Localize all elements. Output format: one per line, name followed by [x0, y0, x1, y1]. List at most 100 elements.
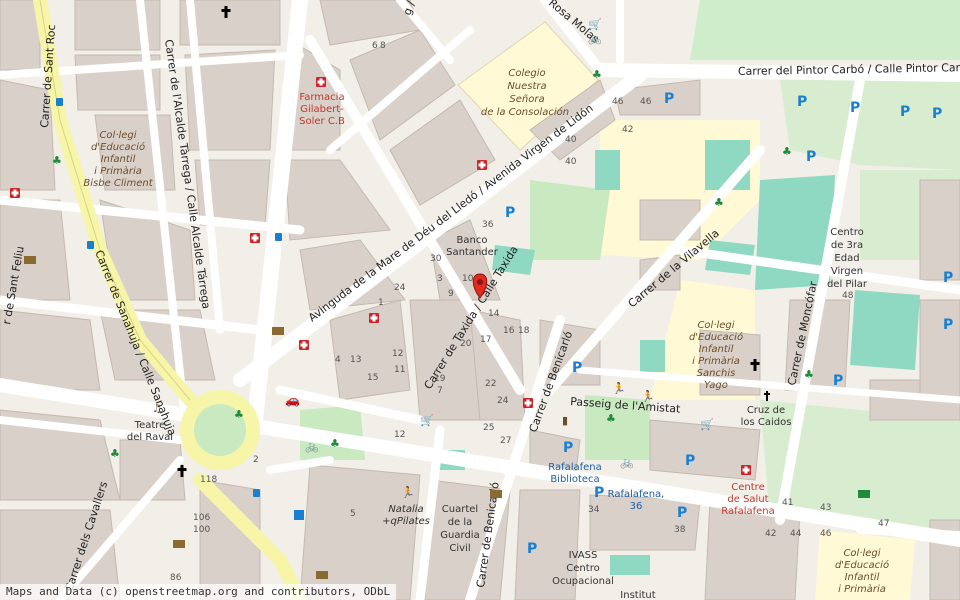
svg-text:de la Consolación: de la Consolación — [481, 106, 569, 118]
svg-text:42: 42 — [622, 125, 633, 135]
svg-text:1: 1 — [378, 298, 384, 308]
svg-text:4: 4 — [335, 355, 341, 365]
svg-text:100: 100 — [193, 525, 210, 535]
bank-icon — [24, 256, 36, 264]
svg-text:9: 9 — [448, 289, 454, 299]
svg-text:3: 3 — [437, 274, 443, 284]
parking-icon: P — [943, 317, 953, 333]
sports-pitch — [850, 290, 920, 370]
pharmacy-cross-icon — [741, 465, 751, 475]
fitness-icon: 🏃 — [401, 486, 415, 499]
pharmacy-cross-icon — [316, 77, 326, 87]
bank-icon — [316, 571, 328, 579]
svg-text:24: 24 — [497, 396, 509, 406]
svg-text:Biblioteca: Biblioteca — [550, 474, 599, 485]
svg-text:40: 40 — [565, 135, 577, 145]
parking-icon: P — [932, 106, 942, 122]
fitness-icon: 🏃 — [612, 382, 626, 395]
sports-pitch — [610, 555, 650, 575]
svg-text:Rafalafena,: Rafalafena, — [608, 489, 665, 500]
svg-text:d'Educació: d'Educació — [689, 331, 743, 343]
svg-text:46: 46 — [612, 97, 624, 107]
svg-text:19: 19 — [434, 374, 446, 384]
poi-natalia: Natalia +qPilates — [382, 504, 430, 527]
bicycle-icon: 🚲 — [588, 32, 602, 45]
svg-text:2: 2 — [253, 455, 259, 465]
map-canvas[interactable]: Carrer del Pintor Carbó / Calle Pintor C… — [0, 0, 960, 600]
pharmacy-cross-icon — [250, 233, 260, 243]
svg-text:Farmacia: Farmacia — [299, 92, 344, 103]
svg-text:47: 47 — [878, 519, 889, 529]
parking-icon: P — [943, 270, 953, 286]
svg-text:Gilabert-: Gilabert- — [300, 104, 344, 115]
pharmacy-cross-icon — [477, 160, 487, 170]
svg-text:36: 36 — [482, 220, 494, 230]
svg-text:de Salut: de Salut — [727, 494, 768, 505]
svg-text:40: 40 — [565, 157, 577, 167]
svg-text:Rafalafena: Rafalafena — [548, 462, 602, 473]
poi-farmacia: Farmacia Gilabert- Soler C.B — [299, 92, 345, 127]
svg-text:42: 42 — [765, 529, 776, 539]
parking-icon: P — [594, 485, 604, 501]
svg-text:36: 36 — [630, 501, 643, 512]
svg-text:48: 48 — [842, 291, 854, 301]
parking-icon: P — [572, 360, 582, 376]
parking-icon: P — [563, 440, 573, 456]
parking-icon: P — [685, 453, 695, 469]
svg-text:Soler C.B: Soler C.B — [299, 116, 345, 127]
svg-text:Cuartel: Cuartel — [442, 504, 478, 515]
bicycle-icon: 🚲 — [620, 456, 634, 469]
svg-text:27: 27 — [500, 436, 511, 446]
parking-icon: P — [505, 205, 515, 221]
svg-text:Col·legi: Col·legi — [697, 320, 734, 331]
svg-text:i Primària: i Primària — [692, 355, 740, 367]
svg-text:118: 118 — [200, 475, 217, 485]
park-area — [690, 0, 960, 60]
svg-text:106: 106 — [193, 513, 210, 523]
svg-text:34: 34 — [588, 505, 600, 515]
svg-text:Infantil: Infantil — [699, 344, 734, 355]
shopping-cart-icon: 🛒 — [700, 418, 714, 431]
svg-text:Nuestra: Nuestra — [507, 81, 546, 92]
svg-text:Guardia: Guardia — [440, 530, 479, 541]
svg-text:44: 44 — [790, 529, 802, 539]
playground-icon: ♣ — [804, 368, 814, 381]
svg-text:46: 46 — [820, 529, 832, 539]
svg-text:i Primària: i Primària — [838, 583, 886, 595]
atm-icon — [858, 490, 870, 498]
svg-text:7: 7 — [437, 386, 443, 396]
svg-text:30: 30 — [430, 254, 442, 264]
svg-text:Santander: Santander — [446, 247, 499, 258]
poi-cruz: Cruz de los Caidos — [741, 405, 792, 428]
svg-text:43: 43 — [820, 503, 831, 513]
shopping-cart-icon: 🛒 — [420, 414, 434, 427]
svg-text:12: 12 — [392, 349, 403, 359]
svg-text:Civil: Civil — [449, 543, 470, 554]
svg-text:38: 38 — [674, 525, 686, 535]
svg-text:13: 13 — [350, 355, 361, 365]
svg-text:i Primària: i Primària — [94, 165, 142, 177]
bicycle-icon: 🚲 — [305, 440, 319, 453]
svg-text:Señora: Señora — [509, 94, 544, 105]
map-view[interactable]: Carrer del Pintor Carbó / Calle Pintor C… — [0, 0, 960, 600]
svg-text:Teatre: Teatre — [134, 420, 166, 431]
svg-text:Centro: Centro — [566, 563, 599, 574]
sports-pitch — [640, 340, 665, 372]
svg-text:Ocupacional: Ocupacional — [552, 576, 614, 587]
parking-icon: P — [850, 100, 860, 116]
svg-text:Yago: Yago — [704, 380, 728, 391]
parking-icon: P — [664, 91, 674, 107]
parking-icon: P — [900, 104, 910, 120]
sports-pitch — [595, 150, 620, 190]
parking-icon: P — [677, 505, 687, 521]
svg-text:del Pilar: del Pilar — [827, 279, 868, 290]
svg-text:d'Educació: d'Educació — [835, 559, 889, 571]
svg-text:IVASS: IVASS — [569, 550, 598, 561]
car-icon: 🚗 — [285, 393, 300, 407]
svg-text:del Raval: del Raval — [127, 432, 173, 443]
svg-text:Col·legi: Col·legi — [843, 548, 880, 559]
pharmacy-cross-icon — [299, 340, 309, 350]
parking-icon: P — [833, 373, 843, 389]
playground-icon: ♣ — [330, 437, 340, 450]
bus-stop-icon — [87, 241, 94, 249]
